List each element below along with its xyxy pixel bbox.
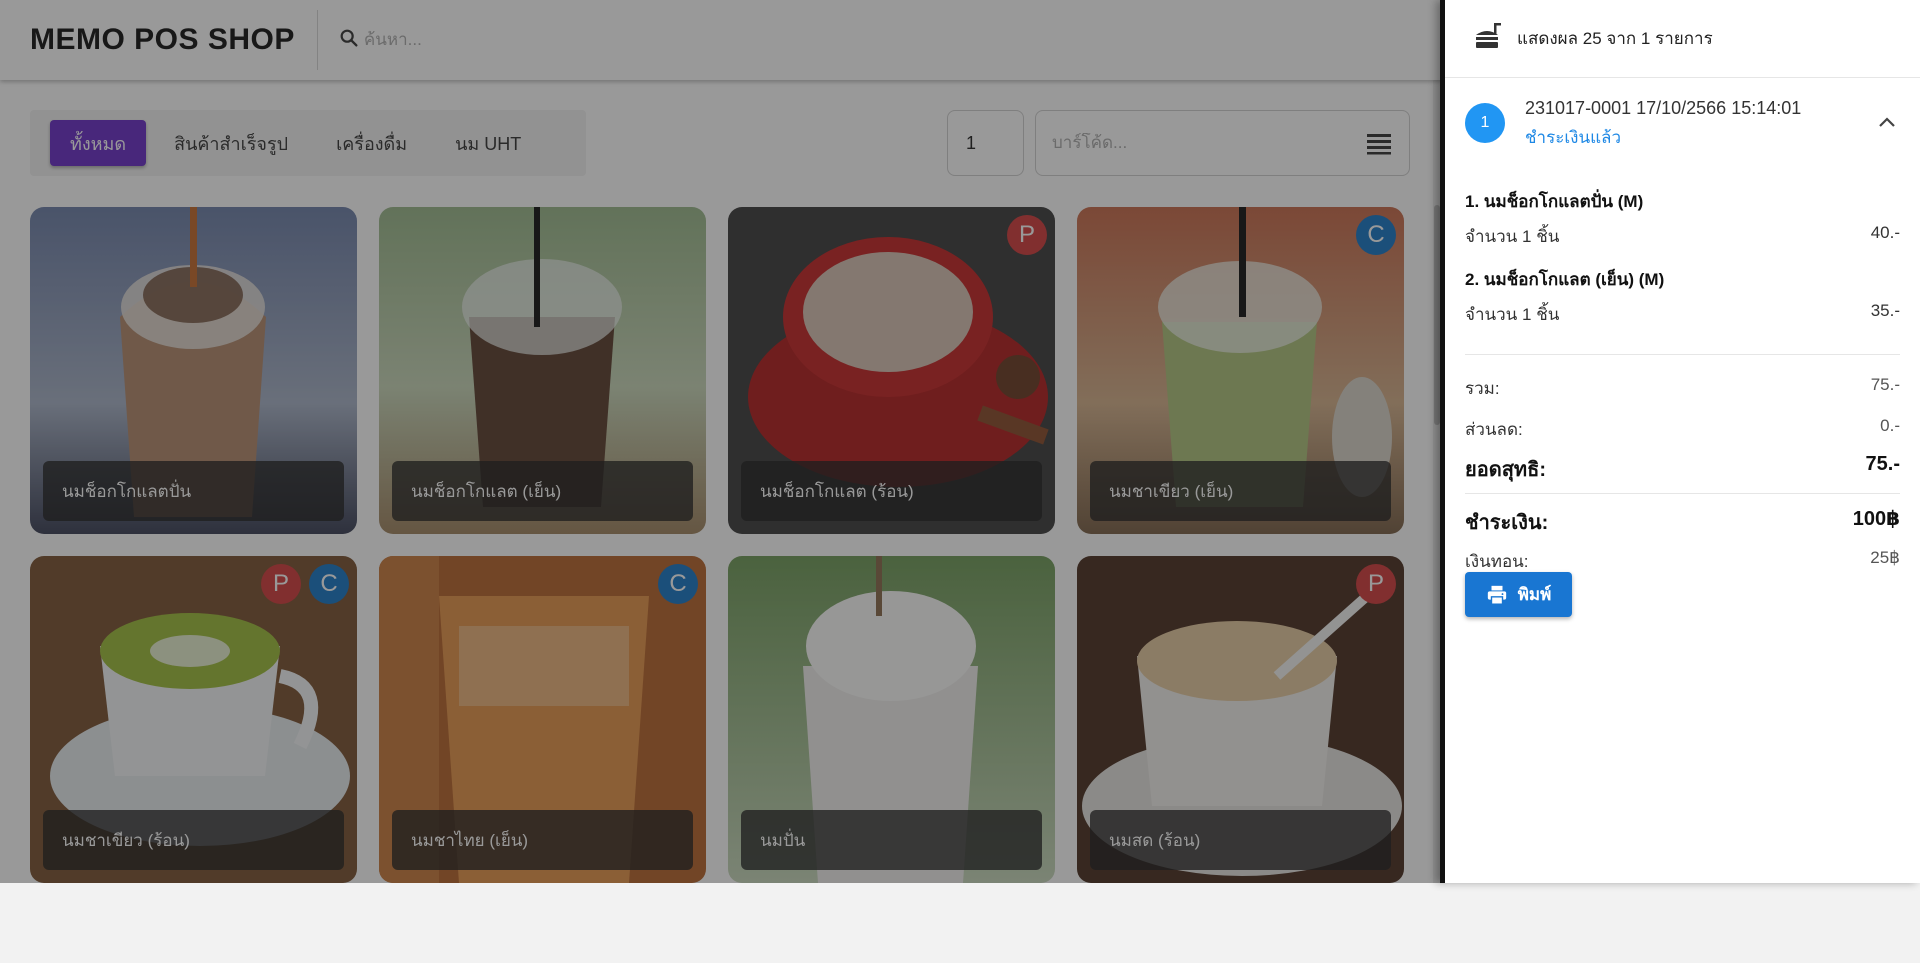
results-count-text: แสดงผล 25 จาก 1 รายการ bbox=[1517, 29, 1713, 48]
net-total-label: ยอดสุทธิ: bbox=[1465, 459, 1546, 481]
subtotal-label: รวม: bbox=[1465, 379, 1500, 398]
net-total-value: 75.- bbox=[1865, 453, 1900, 475]
print-button[interactable]: พิมพ์ bbox=[1465, 572, 1572, 617]
paid-label: ชำระเงิน: bbox=[1465, 512, 1549, 534]
subtotal-row: รวม: 75.- bbox=[1445, 375, 1920, 402]
chevron-up-icon[interactable] bbox=[1876, 112, 1898, 134]
item-line: จำนวน 1 ชิ้น 40.- bbox=[1465, 223, 1900, 250]
paid-row: ชำระเงิน: 100฿ bbox=[1445, 506, 1920, 538]
discount-value: 0.- bbox=[1880, 416, 1900, 435]
discount-row: ส่วนลด: 0.- bbox=[1445, 416, 1920, 443]
print-button-label: พิมพ์ bbox=[1517, 585, 1552, 604]
item-price: 40.- bbox=[1870, 223, 1900, 242]
order-items: 1. นมช็อกโกแลตปั่น (M) จำนวน 1 ชิ้น 40.-… bbox=[1445, 188, 1920, 328]
item-name: 1. นมช็อกโกแลตปั่น (M) bbox=[1465, 192, 1644, 211]
paid-value: 100฿ bbox=[1852, 508, 1900, 530]
change-value: 25฿ bbox=[1870, 548, 1900, 567]
change-row: เงินทอน: 25฿ bbox=[1445, 548, 1920, 575]
item-name: 2. นมช็อกโกแลต (เย็น) (M) bbox=[1465, 270, 1665, 289]
net-total-row: ยอดสุทธิ: 75.- bbox=[1445, 453, 1920, 485]
order-history-drawer: แสดงผล 25 จาก 1 รายการ 1 231017-0001 17/… bbox=[1440, 0, 1920, 883]
item-price: 35.- bbox=[1870, 301, 1900, 320]
drawer-header: แสดงผล 25 จาก 1 รายการ bbox=[1445, 0, 1920, 78]
item-qty: จำนวน 1 ชิ้น bbox=[1465, 305, 1560, 324]
discount-label: ส่วนลด: bbox=[1465, 420, 1523, 439]
change-label: เงินทอน: bbox=[1465, 552, 1529, 571]
fastfood-icon bbox=[1473, 21, 1503, 56]
divider bbox=[1465, 493, 1900, 494]
divider bbox=[1465, 354, 1900, 355]
order-row[interactable]: 1 231017-0001 17/10/2566 15:14:01 ชำระเง… bbox=[1445, 78, 1920, 178]
order-title: 231017-0001 17/10/2566 15:14:01 bbox=[1525, 98, 1802, 118]
item-qty: จำนวน 1 ชิ้น bbox=[1465, 227, 1560, 246]
order-number-avatar: 1 bbox=[1465, 103, 1505, 143]
printer-icon bbox=[1487, 585, 1506, 605]
order-status: ชำระเงินแล้ว bbox=[1525, 128, 1621, 147]
item-line: จำนวน 1 ชิ้น 35.- bbox=[1465, 301, 1900, 328]
subtotal-value: 75.- bbox=[1870, 375, 1900, 394]
